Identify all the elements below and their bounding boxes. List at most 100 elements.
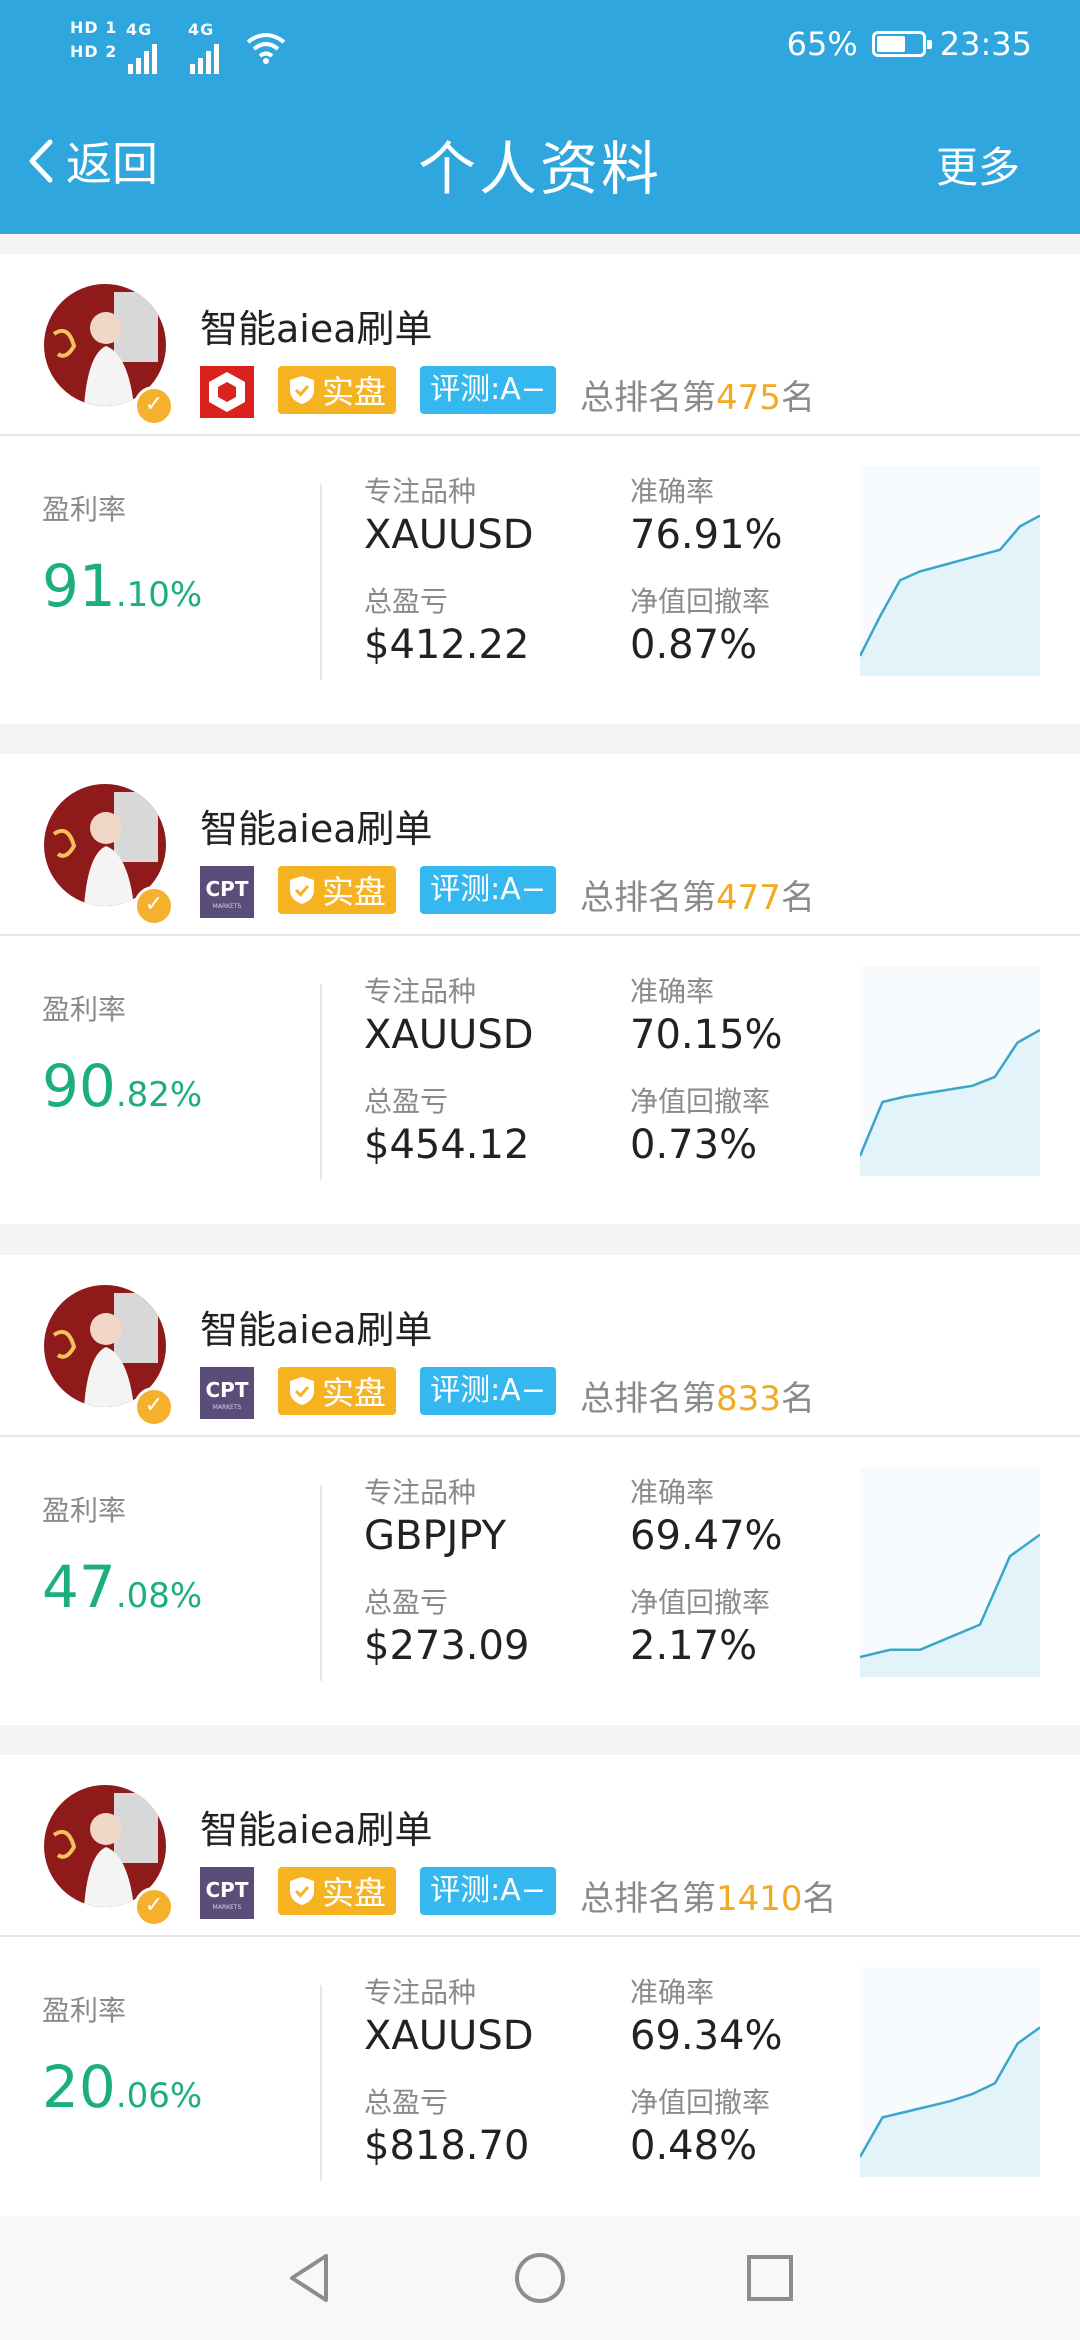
card-header: ✓ 智能aiea刷单 CPT MARKETS 实盘 评测:A− 总排名第477名 (0, 754, 1080, 936)
hd1-indicator: HD 1 (70, 18, 118, 37)
wifi-icon (246, 33, 286, 64)
svg-text:MARKETS: MARKETS (213, 903, 242, 910)
profit-rate-value: 90.82% (42, 1052, 202, 1120)
total-pnl-value: $412.22 (364, 622, 530, 668)
divider (320, 1485, 322, 1681)
verified-check-icon: ✓ (134, 386, 174, 426)
profit-rate-decimal: .06% (115, 2076, 203, 2116)
verified-check-icon: ✓ (134, 886, 174, 926)
real-badge-label: 实盘 (321, 1374, 386, 1412)
equity-curve-svg (858, 2026, 1041, 2177)
card-stats: 盈利率 91.10% 专注品种 XAUUSD 准确率 76.91% 总盈亏 $412.22 净值… (0, 436, 1080, 724)
rank-number: 475 (716, 378, 781, 418)
status-bar: HD 1 HD 2 4G 4G 65% 23:35 (0, 0, 1080, 90)
total-pnl-value: $273.09 (364, 1623, 530, 1669)
profit-rate-value: 47.08% (42, 1553, 202, 1621)
svg-text:MARKETS: MARKETS (213, 1404, 242, 1411)
divider (320, 984, 322, 1180)
profit-rate-integer: 20 (42, 2053, 116, 2121)
card-header: ✓ 智能aiea刷单 实盘 评测:A− 总排名第475名 (0, 254, 1080, 436)
svg-text:CPT: CPT (206, 1378, 249, 1402)
cpt-markets-broker-icon: CPT MARKETS (200, 1367, 254, 1419)
shield-check-icon (289, 876, 314, 904)
accuracy-value: 70.15% (630, 1012, 783, 1058)
app-header: HD 1 HD 2 4G 4G 65% 23:35 返回 个人资料 更多 (0, 0, 1080, 234)
divider (320, 484, 322, 680)
drawdown-value: 0.73% (630, 1122, 758, 1168)
evaluation-badge: 评测:A− (420, 1367, 556, 1415)
focus-symbol-value: XAUUSD (364, 2013, 534, 2059)
evaluation-badge: 评测:A− (420, 866, 556, 914)
svg-text:CPT: CPT (206, 1878, 249, 1902)
strategy-card[interactable]: ✓ 智能aiea刷单 CPT MARKETS 实盘 评测:A− 总排名第833名 盈利率 47.… (0, 1255, 1080, 1725)
focus-symbol-value: GBPJPY (364, 1513, 507, 1559)
card-stats: 盈利率 90.82% 专注品种 XAUUSD 准确率 70.15% 总盈亏 $454.12 净值… (0, 936, 1080, 1224)
accuracy-value: 69.34% (630, 2013, 783, 2059)
equity-curve-chart (858, 966, 1041, 1176)
drawdown-label: 净值回撤率 (630, 2086, 771, 2119)
card-stats: 盈利率 47.08% 专注品种 GBPJPY 准确率 69.47% 总盈亏 $273.09 净值… (0, 1437, 1080, 1725)
evaluation-badge: 评测:A− (420, 366, 556, 414)
nav-home-icon[interactable] (508, 2246, 572, 2310)
trader-name: 智能aiea刷单 (200, 807, 433, 851)
rank-number: 477 (716, 878, 781, 918)
drawdown-value: 2.17% (630, 1623, 758, 1669)
equity-curve-svg (859, 1533, 1041, 1677)
more-button[interactable]: 更多 (936, 134, 1020, 195)
total-pnl-label: 总盈亏 (364, 2086, 449, 2119)
real-account-badge: 实盘 (278, 1867, 396, 1915)
nav-recents-icon[interactable] (738, 2246, 802, 2310)
clock: 23:35 (939, 25, 1032, 63)
rank-suffix: 名 (780, 1379, 815, 1419)
total-rank: 总排名第833名 (580, 1371, 815, 1420)
strategy-card[interactable]: ✓ 智能aiea刷单 CPT MARKETS 实盘 评测:A− 总排名第1410名盈利率 20… (0, 1755, 1080, 2216)
accuracy-value: 69.47% (630, 1513, 783, 1559)
real-account-badge: 实盘 (278, 866, 396, 914)
divider (320, 1985, 322, 2181)
drawdown-value: 0.48% (630, 2123, 758, 2169)
profit-rate-label: 盈利率 (42, 493, 127, 526)
total-rank: 总排名第477名 (580, 870, 815, 919)
total-rank: 总排名第475名 (580, 370, 815, 419)
drawdown-label: 净值回撤率 (630, 1586, 771, 1619)
total-pnl-label: 总盈亏 (364, 1085, 449, 1118)
real-badge-label: 实盘 (321, 873, 386, 911)
drawdown-label: 净值回撤率 (630, 1085, 771, 1118)
equity-curve-svg (858, 514, 1041, 676)
trader-name: 智能aiea刷单 (200, 307, 433, 351)
equity-curve-chart (858, 1967, 1041, 2177)
profit-rate-integer: 47 (42, 1553, 116, 1621)
equity-curve-area (860, 515, 1040, 676)
strategy-card[interactable]: ✓ 智能aiea刷单 实盘 评测:A− 总排名第475名 盈利率 91.10% 专注品种 XAU… (0, 254, 1080, 724)
accuracy-label: 准确率 (630, 1476, 715, 1509)
drawdown-label: 净值回撤率 (630, 585, 771, 618)
rank-prefix: 总排名第 (580, 1379, 716, 1419)
profit-rate-label: 盈利率 (42, 1994, 127, 2027)
nav-back-icon[interactable] (278, 2246, 342, 2310)
equity-curve-svg (858, 1028, 1041, 1176)
shield-check-icon (289, 376, 314, 404)
total-pnl-value: $454.12 (364, 1122, 530, 1168)
focus-symbol-label: 专注品种 (364, 975, 477, 1008)
signal-area: HD 1 HD 2 4G 4G (70, 18, 290, 74)
profit-rate-decimal: .10% (115, 575, 203, 615)
trader-name: 智能aiea刷单 (200, 1308, 433, 1352)
shield-check-icon (289, 1377, 314, 1405)
hd2-indicator: HD 2 (70, 42, 118, 61)
equity-curve-chart (859, 1467, 1041, 1677)
rank-number: 1410 (716, 1879, 803, 1919)
accuracy-label: 准确率 (630, 975, 715, 1008)
equity-curve-area (860, 1030, 1040, 1176)
rank-suffix: 名 (780, 878, 815, 918)
profit-rate-integer: 90 (42, 1052, 116, 1120)
drawdown-value: 0.87% (630, 622, 758, 668)
page-title: 个人资料 (417, 135, 662, 203)
strategy-card[interactable]: ✓ 智能aiea刷单 CPT MARKETS 实盘 评测:A− 总排名第477名 盈利率 90.… (0, 754, 1080, 1224)
card-header: ✓ 智能aiea刷单 CPT MARKETS 实盘 评测:A− 总排名第1410名 (0, 1755, 1080, 1937)
shield-check-icon (289, 1877, 314, 1905)
network-type-1: 4G (126, 20, 153, 39)
profit-rate-value: 20.06% (42, 2053, 202, 2121)
real-account-badge: 实盘 (278, 1367, 396, 1415)
accuracy-label: 准确率 (630, 1976, 715, 2009)
status-right: 65% 23:35 (787, 22, 1032, 66)
